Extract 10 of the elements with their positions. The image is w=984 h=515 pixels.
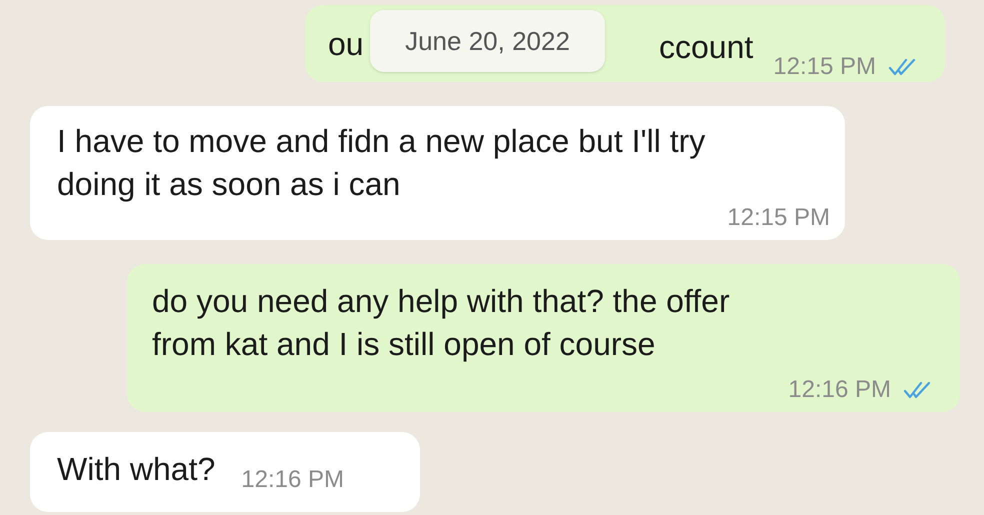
message-time: 12:15 PM (773, 54, 876, 78)
date-chip: June 20, 2022 (370, 10, 605, 72)
message-text: ou (328, 24, 364, 64)
message-time: 12:16 PM (241, 468, 344, 492)
message-time: 12:15 PM (727, 206, 830, 230)
message-text: I have to move and fidn a new place but I'll try doing it as soon as i can (57, 122, 706, 204)
message-text: With what? (57, 450, 216, 488)
message-time: 12:16 PM (788, 378, 891, 402)
message-text: ccount (658, 28, 754, 66)
message-text: do you need any help with that? the offer from kat and I is still open of course (152, 282, 731, 364)
